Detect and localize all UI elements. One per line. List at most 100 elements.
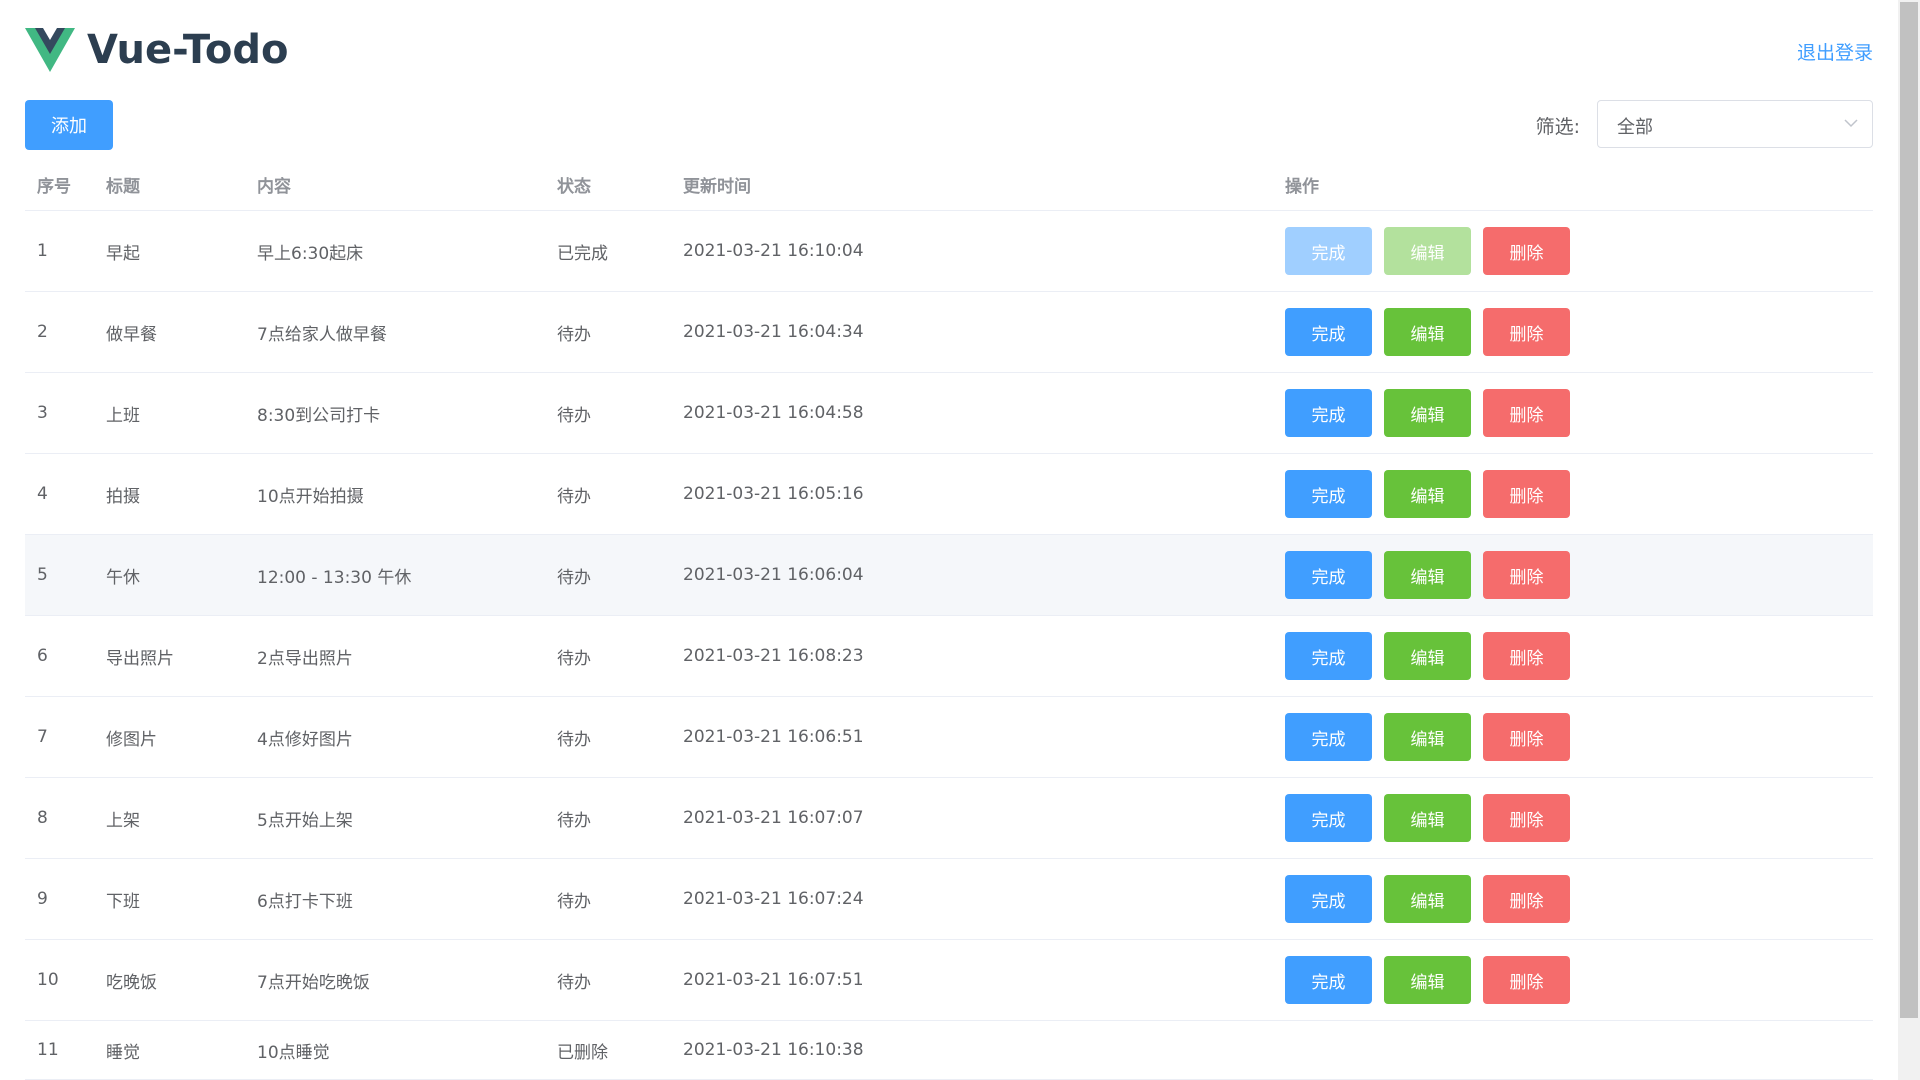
- row-status: 已完成: [545, 210, 671, 292]
- scrollbar-thumb[interactable]: [1900, 2, 1918, 1018]
- row-status: 待办: [545, 858, 671, 940]
- row-time: 2021-03-21 16:04:34: [671, 291, 1273, 373]
- row-status: 待办: [545, 615, 671, 697]
- row-time: 2021-03-21 16:10:04: [671, 210, 1273, 292]
- table-body: 1 早起 早上6:30起床 已完成 2021-03-21 16:10:04 完成 编辑 删除 2…: [25, 210, 1873, 1080]
- delete-button[interactable]: 删除: [1483, 794, 1570, 842]
- row-time: 2021-03-21 16:06:04: [671, 534, 1273, 616]
- table-row: 1 早起 早上6:30起床 已完成 2021-03-21 16:10:04 完成 编辑 删除: [25, 210, 1873, 292]
- row-title: 修图片: [94, 696, 245, 778]
- row-title: 早起: [94, 210, 245, 292]
- edit-button[interactable]: 编辑: [1384, 956, 1471, 1004]
- row-actions: 完成 编辑 删除: [1273, 453, 1873, 535]
- row-index: 3: [25, 372, 94, 454]
- complete-button[interactable]: 完成: [1285, 956, 1372, 1004]
- filter-select[interactable]: 全部: [1597, 100, 1873, 148]
- filter-label: 筛选:: [1535, 116, 1580, 138]
- row-index: 8: [25, 777, 94, 859]
- row-index: 1: [25, 210, 94, 292]
- edit-button[interactable]: 编辑: [1384, 875, 1471, 923]
- complete-button[interactable]: 完成: [1285, 713, 1372, 761]
- row-title: 午休: [94, 534, 245, 616]
- delete-button[interactable]: 删除: [1483, 308, 1570, 356]
- complete-button[interactable]: 完成: [1285, 794, 1372, 842]
- edit-button[interactable]: 编辑: [1384, 308, 1471, 356]
- table-row: 4 拍摄 10点开始拍摄 待办 2021-03-21 16:05:16 完成 编辑 删除: [25, 453, 1873, 535]
- row-status: 待办: [545, 534, 671, 616]
- row-content: 12:00 - 13:30 午休: [245, 534, 545, 616]
- edit-button[interactable]: 编辑: [1384, 551, 1471, 599]
- table-row: 9 下班 6点打卡下班 待办 2021-03-21 16:07:24 完成 编辑 删除: [25, 858, 1873, 940]
- column-header-actions: 操作: [1273, 158, 1873, 211]
- complete-button[interactable]: 完成: [1285, 470, 1372, 518]
- table-row: 7 修图片 4点修好图片 待办 2021-03-21 16:06:51 完成 编辑 删除: [25, 696, 1873, 778]
- edit-button[interactable]: 编辑: [1384, 794, 1471, 842]
- row-title: 导出照片: [94, 615, 245, 697]
- complete-button[interactable]: 完成: [1285, 551, 1372, 599]
- todo-table: 序号 标题 内容 状态 更新时间 操作 1 早起 早上6:30起床 已完成 2021-0…: [25, 158, 1873, 1080]
- vue-logo-icon: [25, 28, 75, 72]
- row-content: 5点开始上架: [245, 777, 545, 859]
- row-status: 待办: [545, 372, 671, 454]
- edit-button[interactable]: 编辑: [1384, 389, 1471, 437]
- delete-button[interactable]: 删除: [1483, 713, 1570, 761]
- row-time: 2021-03-21 16:05:16: [671, 453, 1273, 535]
- row-time: 2021-03-21 16:07:07: [671, 777, 1273, 859]
- add-button[interactable]: 添加: [25, 100, 113, 150]
- row-title: 做早餐: [94, 291, 245, 373]
- table-row: 6 导出照片 2点导出照片 待办 2021-03-21 16:08:23 完成 编辑 删除: [25, 615, 1873, 697]
- row-actions: 完成 编辑 删除: [1273, 939, 1873, 1021]
- vertical-scrollbar[interactable]: [1898, 0, 1920, 1080]
- delete-button[interactable]: 删除: [1483, 632, 1570, 680]
- row-content: 7点给家人做早餐: [245, 291, 545, 373]
- delete-button[interactable]: 删除: [1483, 875, 1570, 923]
- row-time: 2021-03-21 16:04:58: [671, 372, 1273, 454]
- row-actions: 完成 编辑 删除: [1273, 858, 1873, 940]
- complete-button[interactable]: 完成: [1285, 875, 1372, 923]
- row-title: 上班: [94, 372, 245, 454]
- delete-button[interactable]: 删除: [1483, 389, 1570, 437]
- logout-link[interactable]: 退出登录: [1797, 38, 1873, 65]
- table-row: 3 上班 8:30到公司打卡 待办 2021-03-21 16:04:58 完成 编辑 删除: [25, 372, 1873, 454]
- column-header-status: 状态: [545, 158, 671, 211]
- row-content: 10点开始拍摄: [245, 453, 545, 535]
- row-index: 9: [25, 858, 94, 940]
- delete-button[interactable]: 删除: [1483, 551, 1570, 599]
- row-index: 2: [25, 291, 94, 373]
- row-index: 5: [25, 534, 94, 616]
- table-row: 11 睡觉 10点睡觉 已删除 2021-03-21 16:10:38: [25, 1020, 1873, 1080]
- row-content: 6点打卡下班: [245, 858, 545, 940]
- row-actions: 完成 编辑 删除: [1273, 615, 1873, 697]
- row-actions: 完成 编辑 删除: [1273, 696, 1873, 778]
- edit-button[interactable]: 编辑: [1384, 470, 1471, 518]
- row-time: 2021-03-21 16:07:51: [671, 939, 1273, 1021]
- row-actions: 完成 编辑 删除: [1273, 534, 1873, 616]
- row-content: 4点修好图片: [245, 696, 545, 778]
- column-header-time: 更新时间: [671, 158, 1273, 211]
- column-header-index: 序号: [25, 158, 94, 211]
- delete-button[interactable]: 删除: [1483, 227, 1570, 275]
- row-actions: [1273, 1020, 1873, 1080]
- table-row: 2 做早餐 7点给家人做早餐 待办 2021-03-21 16:04:34 完成 编辑 删除: [25, 291, 1873, 373]
- edit-button[interactable]: 编辑: [1384, 632, 1471, 680]
- complete-button[interactable]: 完成: [1285, 389, 1372, 437]
- delete-button[interactable]: 删除: [1483, 470, 1570, 518]
- row-title: 睡觉: [94, 1020, 245, 1080]
- row-content: 7点开始吃晚饭: [245, 939, 545, 1021]
- row-index: 4: [25, 453, 94, 535]
- table-row: 8 上架 5点开始上架 待办 2021-03-21 16:07:07 完成 编辑 删除: [25, 777, 1873, 859]
- row-title: 下班: [94, 858, 245, 940]
- row-status: 待办: [545, 291, 671, 373]
- edit-button[interactable]: 编辑: [1384, 713, 1471, 761]
- column-header-title: 标题: [94, 158, 245, 211]
- complete-button[interactable]: 完成: [1285, 308, 1372, 356]
- row-actions: 完成 编辑 删除: [1273, 777, 1873, 859]
- chevron-down-icon: [1844, 119, 1858, 128]
- row-actions: 完成 编辑 删除: [1273, 291, 1873, 373]
- table-row: 10 吃晚饭 7点开始吃晚饭 待办 2021-03-21 16:07:51 完成 编辑 删除: [25, 939, 1873, 1021]
- row-time: 2021-03-21 16:08:23: [671, 615, 1273, 697]
- column-header-content: 内容: [245, 158, 545, 211]
- row-status: 待办: [545, 696, 671, 778]
- complete-button[interactable]: 完成: [1285, 632, 1372, 680]
- delete-button[interactable]: 删除: [1483, 956, 1570, 1004]
